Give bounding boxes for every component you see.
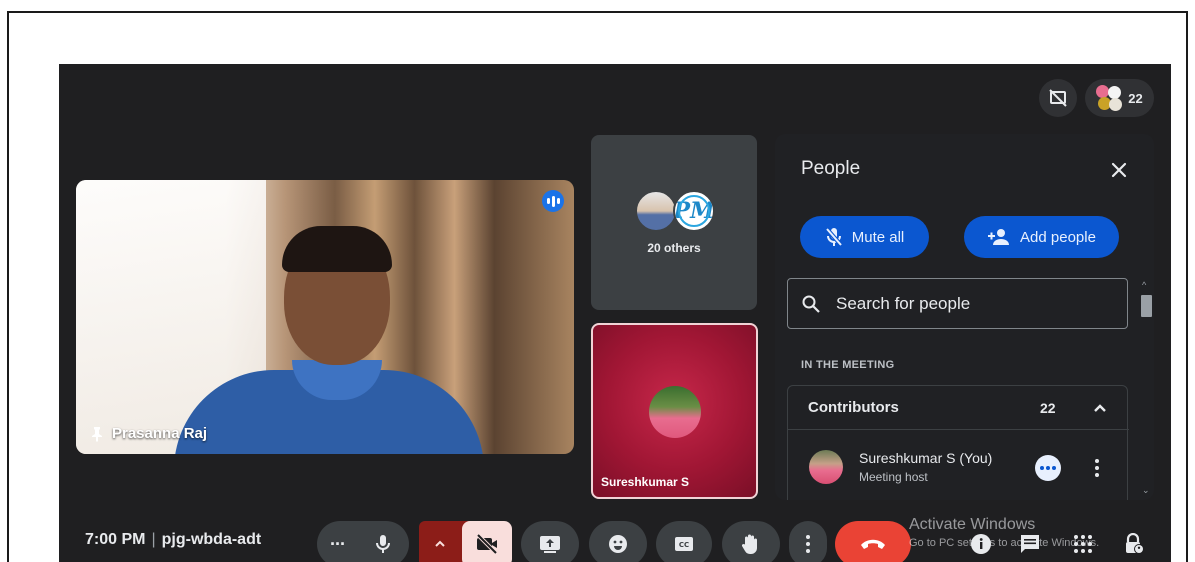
camera-button[interactable] [462,521,512,562]
meeting-code: pjg-wbda-adt [161,531,262,548]
phone-hangup-icon [861,539,885,549]
hand-icon [741,534,757,554]
others-count-label: 20 others [647,241,701,255]
search-icon [802,295,820,313]
chevron-up-icon [435,540,445,547]
audio-options-button[interactable]: ··· [330,534,346,555]
screenshot-frame: 22 Prasanna Raj PM 20 others Sureshkumar… [7,11,1188,562]
panel-title: People [801,158,861,179]
avatar: PM [673,190,715,232]
lock-person-icon [1126,533,1144,554]
meeting-info: 7:00 PM | pjg-wbda-adt [85,531,262,548]
captions-button[interactable]: CC [656,521,712,562]
list-item[interactable]: Sureshkumar S (You) Meeting host [788,430,1129,500]
others-avatars: PM [635,190,725,234]
present-button[interactable] [521,521,579,562]
speaker-tile[interactable]: Prasanna Raj [76,180,574,454]
others-tile[interactable]: PM 20 others [591,135,757,310]
avatar [649,386,701,438]
avatar [809,450,843,484]
host-controls-button[interactable] [1121,531,1147,557]
svg-text:CC: CC [679,541,689,549]
speaker-video [174,226,484,454]
kebab-menu-icon [806,535,810,553]
pin-icon [92,426,102,442]
participant-avatars-icon [1096,85,1123,111]
close-panel-button[interactable] [1105,156,1133,184]
scroll-down-icon[interactable]: ⌄ [1142,485,1150,496]
close-icon [1111,162,1127,178]
scroll-up-icon[interactable]: ^ [1142,280,1146,290]
activities-button[interactable] [1070,531,1096,557]
present-screen-icon [540,536,560,553]
people-panel: People Mute all Add people Search for pe… [775,134,1154,500]
self-tile[interactable]: Sureshkumar S [591,323,758,499]
mic-off-icon [825,227,843,247]
participant-count: 22 [1128,90,1143,106]
more-actions-icon[interactable] [1035,455,1061,481]
more-options-button[interactable] [789,521,827,562]
scroll-thumb[interactable] [1141,295,1152,317]
captions-icon: CC [675,537,693,551]
chat-button[interactable] [1017,531,1043,557]
contributors-group: Contributors 22 Sureshkumar S (You) Meet… [787,385,1129,500]
contributors-count: 22 [1040,400,1056,416]
chevron-up-icon[interactable] [1090,398,1110,418]
add-people-button[interactable]: Add people [964,216,1119,258]
no-presentation-icon [1049,89,1067,107]
presentation-off-button[interactable] [1039,79,1077,117]
apps-grid-icon [1074,535,1092,553]
search-input[interactable]: Search for people [787,278,1128,329]
kebab-menu-icon[interactable] [1092,454,1102,482]
participant-name: Sureshkumar S (You) [859,450,993,466]
search-placeholder: Search for people [836,293,971,313]
audio-controls: ··· [317,521,409,562]
scrollbar[interactable]: ^ ⌄ [1139,277,1153,498]
participant-role: Meeting host [859,470,928,484]
leave-call-button[interactable] [835,521,911,562]
chat-icon [1021,535,1039,553]
raise-hand-button[interactable] [722,521,780,562]
avatar [635,190,677,232]
self-name: Sureshkumar S [601,475,690,489]
meeting-details-button[interactable] [968,531,994,557]
contributors-header[interactable]: Contributors 22 [788,386,1129,430]
clock-time: 7:00 PM [85,531,146,548]
mic-icon [376,535,390,553]
meet-window: 22 Prasanna Raj PM 20 others Sureshkumar… [59,64,1171,562]
speaker-name: Prasanna Raj [112,425,208,442]
camera-off-icon [476,534,498,554]
section-label: IN THE MEETING [801,359,895,371]
info-icon [971,534,991,554]
emoji-icon [609,535,627,553]
reactions-button[interactable] [589,521,647,562]
mute-all-button[interactable]: Mute all [800,216,929,258]
microphone-button[interactable] [367,528,399,560]
speaking-indicator-icon [542,190,564,212]
add-person-icon [988,229,1010,245]
participants-button[interactable]: 22 [1085,79,1154,117]
